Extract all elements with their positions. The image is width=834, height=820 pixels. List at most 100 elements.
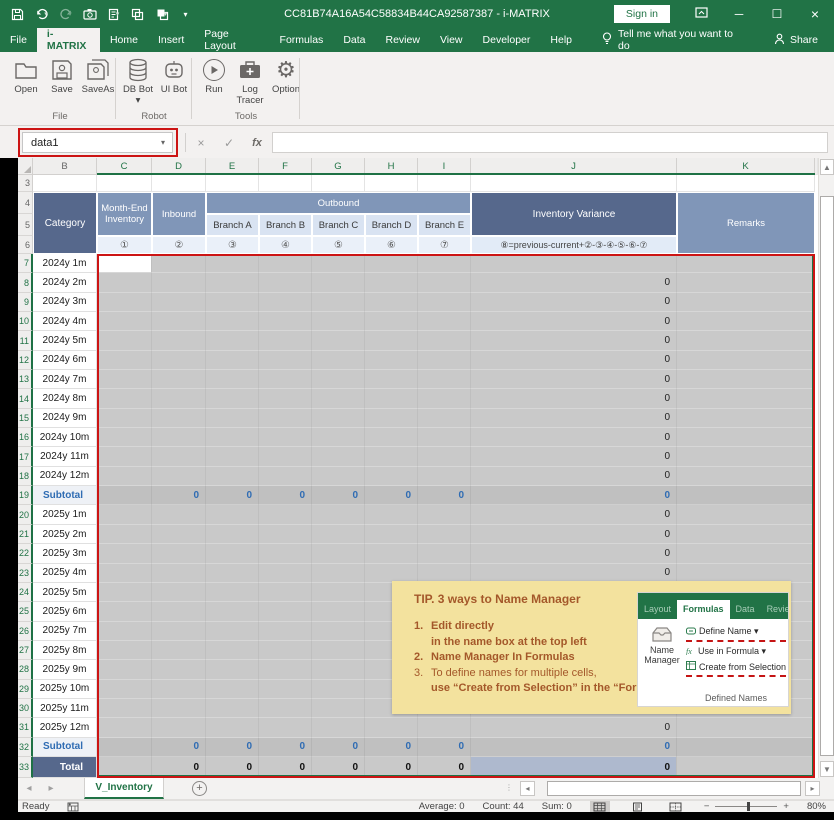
header-symbol-2[interactable]: ② — [152, 236, 206, 254]
cell-E30[interactable] — [206, 699, 259, 718]
close-icon[interactable]: × — [808, 6, 822, 22]
cell-G15[interactable] — [312, 409, 365, 428]
cell-C3[interactable] — [97, 175, 152, 192]
row-label-24[interactable]: 2025y 5m — [33, 583, 97, 602]
cell-C18[interactable] — [97, 467, 152, 486]
duplicate-icon[interactable]: ▾ — [154, 7, 169, 22]
scroll-left-icon[interactable]: ◂ — [520, 781, 535, 796]
zoom-out-icon[interactable]: − — [704, 801, 710, 812]
cell-I9[interactable] — [418, 293, 471, 312]
header-branch-branch-e[interactable]: Branch E — [418, 214, 471, 236]
cell-C8[interactable] — [97, 273, 152, 292]
cell-J19[interactable]: 0 — [471, 486, 677, 505]
row-label-28[interactable]: 2025y 9m — [33, 660, 97, 679]
ribbon-tab-home[interactable]: Home — [100, 28, 148, 52]
row-header-13[interactable]: 13 — [18, 370, 33, 389]
cell-J12[interactable]: 0 — [471, 351, 677, 370]
row-label-20[interactable]: 2025y 1m — [33, 505, 97, 524]
row-header-20[interactable]: 20 — [18, 505, 33, 524]
cell-F26[interactable] — [259, 622, 312, 641]
cell-D29[interactable] — [152, 680, 206, 699]
vertical-scrollbar[interactable]: ▲ ▼ — [818, 158, 834, 778]
cell-G17[interactable] — [312, 447, 365, 466]
cell-K14[interactable] — [677, 389, 815, 408]
cell-K21[interactable] — [677, 525, 815, 544]
row-header-25[interactable]: 25 — [18, 602, 33, 621]
cell-C12[interactable] — [97, 351, 152, 370]
cell-H22[interactable] — [365, 544, 418, 563]
cell-C9[interactable] — [97, 293, 152, 312]
cell-D15[interactable] — [152, 409, 206, 428]
cell-D20[interactable] — [152, 505, 206, 524]
cell-E8[interactable] — [206, 273, 259, 292]
cell-C28[interactable] — [97, 660, 152, 679]
sheet-tab-v-inventory[interactable]: V_Inventory — [84, 778, 164, 799]
cell-F18[interactable] — [259, 467, 312, 486]
cell-C14[interactable] — [97, 389, 152, 408]
row-label-26[interactable]: 2025y 7m — [33, 622, 97, 641]
cell-F20[interactable] — [259, 505, 312, 524]
cell-E16[interactable] — [206, 428, 259, 447]
cell-F33[interactable]: 0 — [259, 757, 312, 778]
cell-D31[interactable] — [152, 718, 206, 737]
cell-J15[interactable]: 0 — [471, 409, 677, 428]
cell-H10[interactable] — [365, 312, 418, 331]
cell-H14[interactable] — [365, 389, 418, 408]
row-header-15[interactable]: 15 — [18, 409, 33, 428]
cell-D27[interactable] — [152, 641, 206, 660]
cell-C19[interactable] — [97, 486, 152, 505]
macro-record-icon[interactable] — [67, 802, 79, 812]
cell-D16[interactable] — [152, 428, 206, 447]
cell-J33[interactable]: 0 — [471, 757, 677, 778]
cell-E20[interactable] — [206, 505, 259, 524]
cell-C16[interactable] — [97, 428, 152, 447]
cell-K12[interactable] — [677, 351, 815, 370]
row-label-9[interactable]: 2024y 3m — [33, 293, 97, 312]
cell-D25[interactable] — [152, 602, 206, 621]
cell-I13[interactable] — [418, 370, 471, 389]
cell-K9[interactable] — [677, 293, 815, 312]
row-header-10[interactable]: 10 — [18, 312, 33, 331]
row-header-21[interactable]: 21 — [18, 525, 33, 544]
cell-C24[interactable] — [97, 583, 152, 602]
cell-G11[interactable] — [312, 331, 365, 350]
row-label-12[interactable]: 2024y 6m — [33, 351, 97, 370]
cell-C29[interactable] — [97, 680, 152, 699]
row-label-18[interactable]: 2024y 12m — [33, 467, 97, 486]
cell-H15[interactable] — [365, 409, 418, 428]
cell-J16[interactable]: 0 — [471, 428, 677, 447]
header-symbol-4[interactable]: ④ — [259, 236, 312, 254]
row-header-5[interactable]: 5 — [18, 214, 33, 236]
cell-I20[interactable] — [418, 505, 471, 524]
cell-D21[interactable] — [152, 525, 206, 544]
cell-E14[interactable] — [206, 389, 259, 408]
row-label-15[interactable]: 2024y 9m — [33, 409, 97, 428]
save-as-button[interactable]: SaveAs — [82, 56, 114, 95]
header-symbol-6[interactable]: ⑥ — [365, 236, 418, 254]
cell-E22[interactable] — [206, 544, 259, 563]
cell-J9[interactable]: 0 — [471, 293, 677, 312]
cell-C22[interactable] — [97, 544, 152, 563]
cell-J10[interactable]: 0 — [471, 312, 677, 331]
insert-function-icon[interactable]: fx — [246, 132, 268, 153]
cell-D19[interactable]: 0 — [152, 486, 206, 505]
cell-I3[interactable] — [418, 175, 471, 192]
zoom-slider-thumb[interactable] — [747, 802, 750, 811]
cell-F19[interactable]: 0 — [259, 486, 312, 505]
cell-C13[interactable] — [97, 370, 152, 389]
row-header-8[interactable]: 8 — [18, 273, 33, 292]
cell-G10[interactable] — [312, 312, 365, 331]
cell-K13[interactable] — [677, 370, 815, 389]
cell-J21[interactable]: 0 — [471, 525, 677, 544]
cell-D33[interactable]: 0 — [152, 757, 206, 778]
cell-H17[interactable] — [365, 447, 418, 466]
cell-G31[interactable] — [312, 718, 365, 737]
minimize-icon[interactable]: ─ — [732, 7, 746, 21]
cell-H13[interactable] — [365, 370, 418, 389]
cell-H23[interactable] — [365, 564, 418, 583]
cell-I8[interactable] — [418, 273, 471, 292]
sign-in-button[interactable]: Sign in — [614, 5, 670, 23]
header-variance-formula[interactable]: ⑧=previous-current+②-③-④-⑤-⑥-⑦ — [471, 236, 677, 254]
row-header-7[interactable]: 7 — [18, 254, 33, 273]
cell-F8[interactable] — [259, 273, 312, 292]
